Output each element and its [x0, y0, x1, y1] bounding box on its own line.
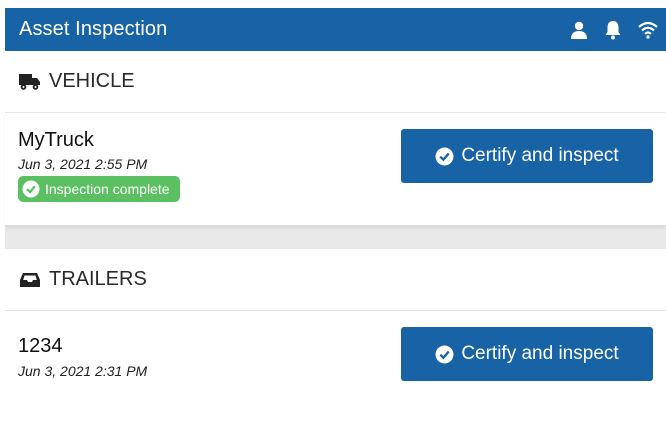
check-circle-icon: [435, 345, 454, 364]
check-circle-icon: [22, 180, 40, 198]
vehicle-section: VEHICLE MyTruck Jun 3, 2021 2:55 PM Insp…: [5, 51, 666, 226]
vehicle-section-title: VEHICLE: [49, 70, 135, 92]
page-title: Asset Inspection: [19, 18, 168, 40]
section-divider: [5, 226, 666, 249]
trailer-timestamp: Jun 3, 2021 2:31 PM: [18, 363, 148, 379]
status-badge: Inspection complete: [18, 176, 180, 202]
bell-icon[interactable]: [604, 20, 622, 40]
trailers-section: TRAILERS 1234 Jun 3, 2021 2:31 PM Certif…: [5, 249, 666, 411]
app-frame: Asset Inspection VEHICLE MyTruck Jun 3, …: [5, 8, 666, 430]
app-header: Asset Inspection: [5, 8, 666, 51]
inbox-icon: [19, 271, 41, 289]
header-icons: [570, 8, 658, 51]
certify-inspect-vehicle-button[interactable]: Certify and inspect: [401, 129, 653, 183]
user-icon[interactable]: [570, 21, 588, 39]
status-badge-label: Inspection complete: [45, 181, 170, 197]
trailers-section-header: TRAILERS: [5, 249, 666, 311]
truck-icon: [19, 73, 41, 91]
certify-inspect-label: Certify and inspect: [461, 343, 619, 364]
certify-inspect-trailer-button[interactable]: Certify and inspect: [401, 327, 653, 381]
check-circle-icon: [435, 147, 454, 166]
trailers-section-title: TRAILERS: [49, 268, 147, 290]
wifi-icon[interactable]: [638, 21, 658, 39]
vehicle-card: MyTruck Jun 3, 2021 2:55 PM Inspection c…: [5, 113, 666, 226]
trailer-name: 1234: [18, 335, 63, 357]
certify-inspect-label: Certify and inspect: [461, 145, 619, 166]
trailer-card: 1234 Jun 3, 2021 2:31 PM Certify and ins…: [5, 311, 666, 411]
vehicle-section-header: VEHICLE: [5, 51, 666, 113]
vehicle-name: MyTruck: [18, 129, 94, 151]
vehicle-timestamp: Jun 3, 2021 2:55 PM: [18, 156, 148, 172]
